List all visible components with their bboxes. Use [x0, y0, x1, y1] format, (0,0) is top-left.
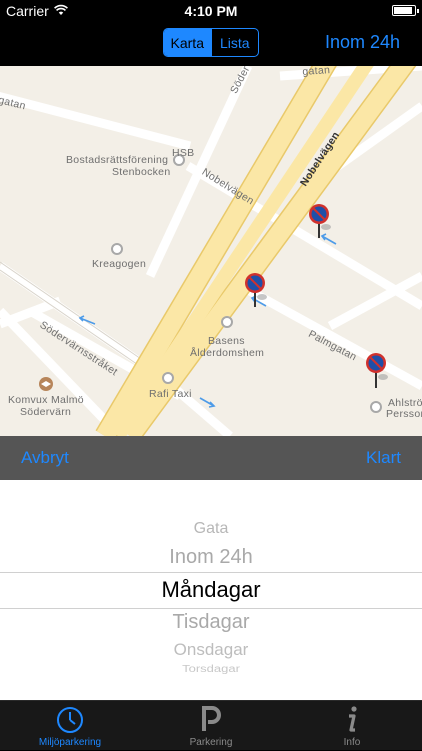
segment-lista[interactable]: Lista — [210, 29, 259, 56]
parking-icon — [202, 706, 221, 731]
battery-icon — [392, 5, 419, 16]
info-icon — [349, 706, 357, 732]
map-label-alderdomshem: Ålderdomshem — [190, 347, 265, 359]
map-view[interactable]: HSB Bostadsrättsförening Stenbocken Krea… — [0, 66, 422, 436]
view-segmented-control: Karta Lista — [163, 28, 259, 57]
status-time: 4:10 PM — [184, 3, 238, 19]
picker-option[interactable]: Tisdagar — [0, 611, 422, 634]
map-label-rafi-taxi: Rafi Taxi — [149, 388, 192, 400]
segment-karta[interactable]: Karta — [164, 29, 211, 56]
picker-option[interactable]: Gata — [0, 520, 422, 538]
cancel-button[interactable]: Avbryt — [21, 448, 69, 468]
map-label-hsb: HSB — [172, 147, 195, 159]
map-label-stenbocken: Stenbocken — [112, 166, 171, 178]
tab-info[interactable]: Info — [282, 701, 422, 751]
picker-toolbar: Avbryt Klart — [0, 436, 422, 480]
map-label-persson: Persson — [386, 408, 422, 420]
status-bar: Carrier 4:10 PM — [0, 0, 422, 22]
map-label-sodervarn: Södervärn — [20, 406, 72, 418]
inom-24h-button[interactable]: Inom 24h — [325, 32, 400, 53]
tab-parkering[interactable]: Parkering — [141, 701, 281, 751]
map-label-kreagogen: Kreagogen — [92, 258, 147, 270]
done-button[interactable]: Klart — [366, 448, 401, 468]
picker-option[interactable]: Onsdagar — [0, 640, 422, 660]
tab-label: Miljöparkering — [38, 737, 102, 748]
tab-bar: Miljöparkering Parkering Info — [0, 700, 422, 750]
tab-label: Info — [343, 737, 361, 748]
navigation-bar: Karta Lista Inom 24h — [0, 22, 422, 66]
picker-option[interactable]: Inom 24h — [0, 546, 422, 569]
clock-icon — [57, 707, 83, 733]
map-roads — [0, 66, 422, 436]
tab-miljoparkering[interactable]: Miljöparkering — [0, 701, 140, 751]
picker-option[interactable]: Torsdagar — [0, 663, 422, 675]
day-picker[interactable]: Gata Inom 24h Måndagar Tisdagar Onsdagar… — [0, 480, 422, 700]
map-label-gatan-right: gatan — [302, 66, 331, 78]
picker-option-selected[interactable]: Måndagar — [0, 577, 422, 603]
tab-label: Parkering — [189, 737, 233, 748]
